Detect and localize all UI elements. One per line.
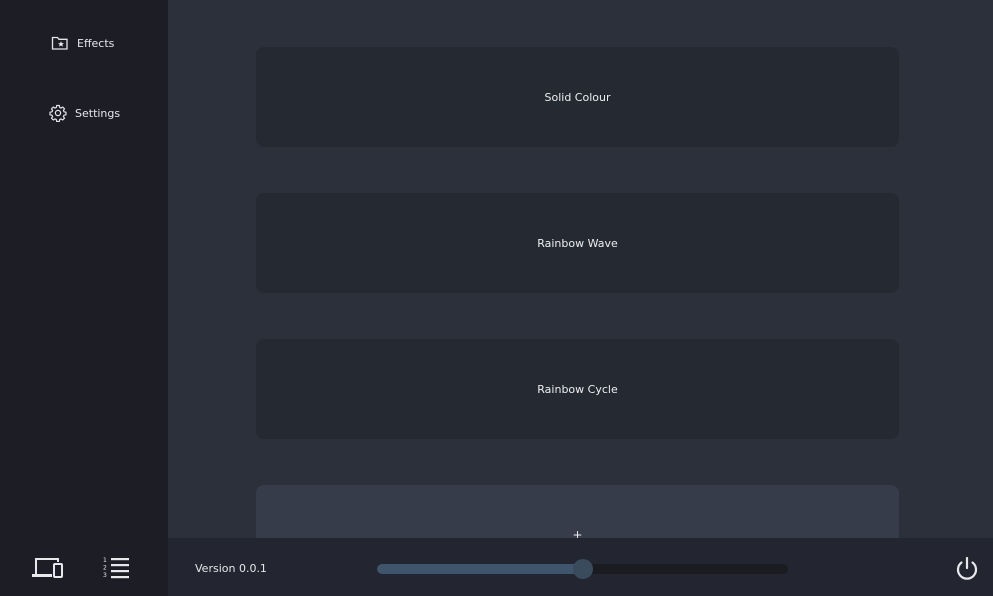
add-icon: + <box>572 528 583 538</box>
version-label: Version 0.0.1 <box>195 562 267 575</box>
sidebar-item-settings[interactable]: Settings <box>49 104 120 122</box>
effects-list: Solid Colour Rainbow Wave Rainbow Cycle … <box>168 0 993 538</box>
svg-text:1: 1 <box>103 557 107 564</box>
sidebar-item-effects[interactable]: Effects <box>51 35 114 51</box>
bottom-bar: Version 0.0.1 <box>168 538 993 596</box>
gear-icon <box>49 104 67 122</box>
brightness-slider-fill <box>377 564 583 574</box>
add-effect-button[interactable]: + <box>256 485 899 538</box>
effect-card-solid-colour[interactable]: Solid Colour <box>256 47 899 147</box>
effect-label: Rainbow Cycle <box>537 382 618 396</box>
sidebar-item-label: Settings <box>75 106 121 120</box>
effect-label: Solid Colour <box>544 90 611 104</box>
brightness-slider-thumb[interactable] <box>572 559 593 579</box>
devices-button[interactable] <box>31 555 65 585</box>
svg-text:2: 2 <box>103 565 107 572</box>
numbered-list-icon: 1 2 3 <box>103 557 129 579</box>
effect-label: Rainbow Wave <box>537 236 618 250</box>
sidebar-item-label: Effects <box>77 36 115 50</box>
power-icon <box>956 556 978 580</box>
folder-star-icon <box>51 36 68 50</box>
svg-text:3: 3 <box>103 572 107 579</box>
effect-card-rainbow-cycle[interactable]: Rainbow Cycle <box>256 339 899 439</box>
devices-icon <box>32 558 63 578</box>
effect-card-rainbow-wave[interactable]: Rainbow Wave <box>256 193 899 293</box>
brightness-slider[interactable] <box>377 559 788 579</box>
app-window: Effects Settings 1 2 3 Solid Colour Rain… <box>0 0 993 596</box>
power-button[interactable] <box>953 555 981 587</box>
queue-list-button[interactable]: 1 2 3 <box>103 556 131 584</box>
sidebar: Effects Settings 1 2 3 <box>0 0 168 596</box>
